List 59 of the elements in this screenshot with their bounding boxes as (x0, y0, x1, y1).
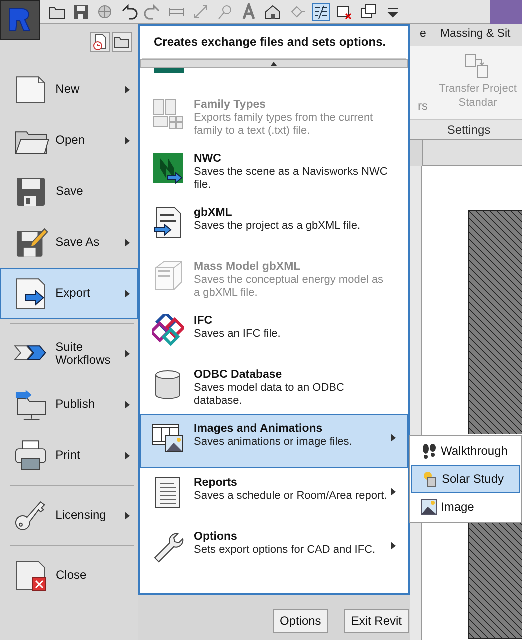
grid-icon (152, 98, 184, 132)
undo-icon[interactable] (120, 2, 138, 20)
submenu-arrow-icon (125, 238, 130, 246)
submenu-arrow-icon (125, 290, 130, 298)
recent-documents-icon[interactable] (90, 32, 110, 52)
submenu-arrow-icon (125, 400, 130, 408)
redo-icon[interactable] (144, 2, 162, 20)
submenu-arrow-icon (125, 136, 130, 144)
submenu-arrow-icon (125, 86, 130, 94)
menu-item[interactable]: New (0, 64, 138, 115)
submenu-item[interactable]: Walkthrough (410, 437, 521, 465)
submenu-arrow-icon (125, 452, 130, 460)
submenu-arrow-icon (125, 512, 130, 520)
interlocking-rings-icon (152, 314, 184, 348)
submenu-arrow-icon (391, 542, 396, 550)
export-menu-item[interactable]: Images and Animations Saves animations or image files. (140, 414, 408, 468)
dialog-button[interactable]: Exit Revit (344, 609, 409, 633)
submenu-item[interactable]: Solar Study (411, 465, 520, 493)
xml-document-icon (152, 206, 184, 240)
picture-icon (421, 499, 437, 515)
menu-item[interactable]: Licensing (0, 490, 138, 550)
menu-item[interactable]: Save (0, 166, 138, 217)
ribbon-label: rs (418, 99, 428, 113)
footprints-icon (421, 443, 437, 459)
menu-item[interactable]: Export (0, 268, 138, 328)
menu-item[interactable]: Print (0, 430, 138, 490)
submenu-arrow-icon (391, 434, 396, 442)
house-icon[interactable] (264, 2, 282, 20)
fbx-icon (154, 68, 184, 73)
folder-icon[interactable] (112, 32, 132, 52)
ribbon-tab[interactable]: e (420, 26, 426, 44)
r-logo-icon (9, 8, 31, 32)
menu-item[interactable]: Open (0, 115, 138, 166)
text-icon[interactable] (240, 2, 258, 20)
submenu-item[interactable]: Image (410, 493, 521, 521)
menu-item[interactable]: Suite Workflows (0, 328, 138, 379)
export-menu-item[interactable]: IFC Saves an IFC file. (140, 306, 408, 360)
export-menu-item[interactable]: NWC Saves the scene as a Navisworks NWC file. (140, 144, 408, 198)
thin-lines-icon[interactable] (312, 2, 330, 20)
submenu-arrow-icon (125, 350, 130, 358)
navisworks-tile-icon (152, 152, 184, 186)
export-menu-item[interactable]: ODBC Database Saves model data to an ODBC database. (140, 360, 408, 414)
export-menu-item[interactable]: gbXML Saves the project as a gbXML file. (140, 198, 408, 252)
menu-item[interactable]: Publish (0, 379, 138, 430)
ribbon-tab[interactable]: Massing & Sit (440, 26, 511, 44)
export-menu-item[interactable]: Reports Saves a schedule or Room/Area report. (140, 468, 408, 522)
title-bar (490, 0, 522, 24)
menu-item[interactable]: Save As (0, 217, 138, 268)
panel-title: Settings (410, 120, 522, 140)
globe-icon[interactable] (96, 2, 114, 20)
sun-building-icon (422, 471, 438, 487)
caret-up-icon (271, 62, 277, 66)
save-icon[interactable] (72, 2, 90, 20)
export-menu-item[interactable]: Options Sets export options for CAD and IFC. (140, 522, 408, 576)
switch-windows-icon[interactable] (360, 2, 378, 20)
menu-item[interactable]: Close (0, 550, 138, 601)
dialog-button[interactable]: Options (272, 609, 328, 633)
submenu-arrow-icon (391, 488, 396, 496)
application-menu-button[interactable] (0, 0, 40, 40)
